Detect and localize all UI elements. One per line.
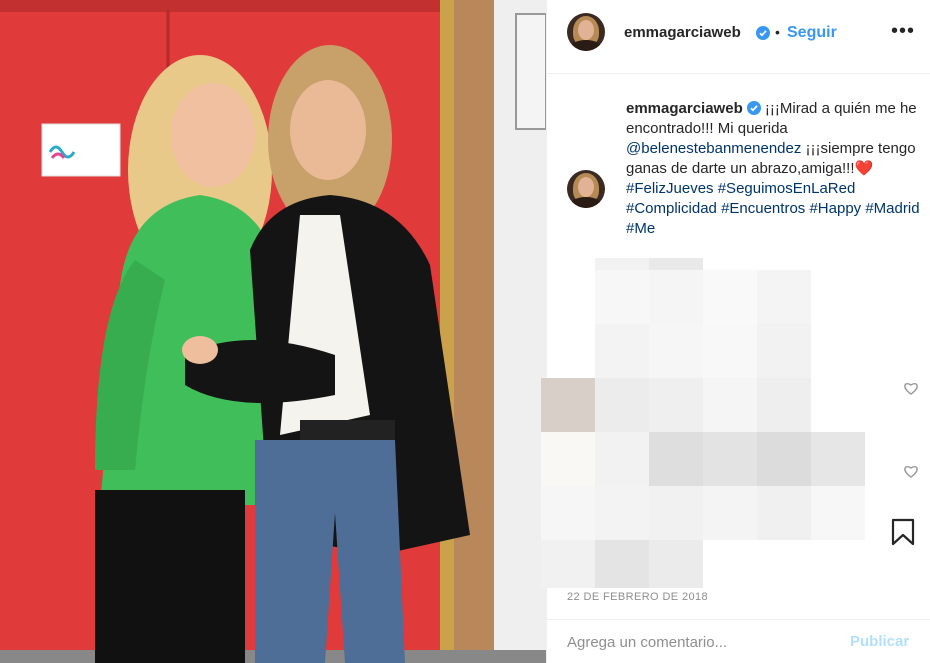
heart-emoji-icon: ❤️ xyxy=(854,160,874,177)
comment-like-heart-icon[interactable] xyxy=(903,380,919,396)
avatar[interactable] xyxy=(567,13,605,51)
hashtag-link[interactable]: #Complicidad xyxy=(626,200,717,217)
hashtag-link[interactable]: #FelizJueves xyxy=(626,180,714,197)
comment-bar: Publicar xyxy=(547,619,930,663)
publish-button[interactable]: Publicar xyxy=(850,633,909,650)
hashtag-link[interactable]: #Me xyxy=(626,220,655,237)
hashtag-link[interactable]: #Happy xyxy=(809,200,861,217)
separator-dot: • xyxy=(775,24,780,40)
verified-icon xyxy=(746,101,761,115)
comment-like-heart-icon[interactable] xyxy=(903,463,919,479)
mention-link[interactable]: @belenestebanmenendez xyxy=(626,140,801,157)
more-options-icon[interactable]: ••• xyxy=(891,20,915,43)
hashtag-link[interactable]: #SeguimosEnLaRed xyxy=(718,180,856,197)
caption-username-link[interactable]: emmagarciaweb xyxy=(626,100,743,117)
photo-scene xyxy=(0,0,546,663)
bookmark-save-icon[interactable] xyxy=(891,518,915,546)
post-photo[interactable] xyxy=(0,0,546,663)
post-date: 22 DE FEBRERO DE 2018 xyxy=(567,591,709,603)
hashtag-link[interactable]: #Encuentros xyxy=(721,200,805,217)
follow-button[interactable]: Seguir xyxy=(787,24,837,42)
post-side-panel: emmagarciaweb • Seguir ••• emmagarciaweb… xyxy=(541,0,930,663)
comment-input[interactable] xyxy=(567,630,837,654)
hashtag-link[interactable]: #Madrid xyxy=(865,200,919,217)
username-link[interactable]: emmagarciaweb xyxy=(624,24,741,41)
verified-icon xyxy=(752,25,770,43)
caption-avatar[interactable] xyxy=(567,170,605,208)
blurred-comments xyxy=(541,258,881,588)
post-caption: emmagarciaweb ¡¡¡Mirad a quién me he enc… xyxy=(626,99,922,239)
post-header: emmagarciaweb • Seguir ••• xyxy=(547,0,930,74)
